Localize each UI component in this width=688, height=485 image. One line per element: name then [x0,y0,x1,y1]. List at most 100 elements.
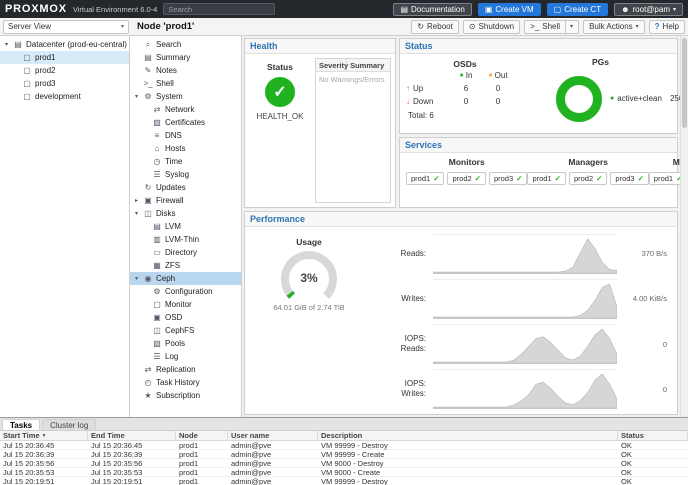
tree-item[interactable]: ▾ ▤ Datacenter (prod-eu-central) [0,38,129,51]
menu-item[interactable]: ≡ DNS [130,129,241,142]
menu-item[interactable]: ⚙ Configuration [130,285,241,298]
create-vm-button[interactable]: ▣ Create VM [477,2,541,16]
menu-item[interactable]: ▣ OSD [130,311,241,324]
task-user: admin@pve [231,467,272,477]
up-label: Up [413,84,424,93]
menu-item[interactable]: ✎ Notes [130,64,241,77]
shutdown-button[interactable]: ⊙ Shutdown [462,19,521,34]
replication-icon: ⇄ [144,365,152,374]
menu-item[interactable]: ◫ CephFS [130,324,241,337]
task-description: VM 99999 - Destroy [321,476,388,485]
search-icon: ⌕ [145,39,151,49]
menu-item-label: Directory [165,248,198,257]
column-header-description[interactable]: Description [318,431,618,440]
menu-item[interactable]: ▤ LVM [130,220,241,233]
help-icon: ? [654,22,660,31]
menu-item[interactable]: ▾ ◉ Ceph [130,272,241,285]
column-header-severity[interactable]: Severity [316,59,348,71]
tree-item-label: prod2 [35,66,56,75]
documentation-label: Documentation [411,4,465,14]
dns-icon: ≡ [154,131,160,140]
osd-table: ● In ● Out ↑ Up 6 0 ↓ Down 0 0 [406,69,524,108]
global-search-input[interactable] [163,3,276,15]
lvm-thin-icon: ▥ [153,235,161,244]
menu-item[interactable]: ★ Subscription [130,389,241,402]
menu-item[interactable]: ◷ Time [130,155,241,168]
column-header-status[interactable]: Status [618,431,688,440]
menu-item[interactable]: ▾ ⚙ System [130,90,241,103]
bulk-actions-button[interactable]: Bulk Actions ▾ [583,19,645,34]
task-row[interactable]: Jul 15 20:19:51 Jul 15 20:19:51 prod1 ad… [0,477,688,485]
tasks-table-body: Jul 15 20:36:45 Jul 15 20:36:45 prod1 ad… [0,441,688,485]
column-header-user-name[interactable]: User name [228,431,318,440]
log-tab[interactable]: Cluster log [42,419,97,430]
column-header-start-time[interactable]: Start Time ▼ [0,431,88,440]
menu-item-label: Pools [165,339,186,348]
menu-item[interactable]: ▥ LVM-Thin [130,233,241,246]
ceph-status-panel: Status OSDs ● In ● Out ↑ Up 6 0 ↓ Down 0… [399,38,680,134]
resource-tree: ▾ ▤ Datacenter (prod-eu-central) ▢ prod1… [0,36,130,417]
scrollbar-thumb[interactable] [682,38,687,128]
help-button[interactable]: ? Help [648,19,685,34]
monitors-group: Monitors prod1 ✓ prod2 ✓ prod3 ✓ [406,157,528,185]
menu-item[interactable]: ▧ Pools [130,337,241,350]
usage-percent: 3% [300,271,318,285]
service-host-badge: prod2 ✓ [568,172,608,185]
menu-item-label: Subscription [156,391,201,400]
tree-item[interactable]: ▢ prod2 [0,64,129,77]
check-icon: ✓ [516,174,523,183]
reboot-button[interactable]: ↻ Reboot [411,19,459,34]
task-user: admin@pve [231,449,272,459]
column-header-node[interactable]: Node [176,431,228,440]
task-description: VM 9000 - Destroy [321,458,384,468]
menu-item[interactable]: ◴ Task History [130,376,241,389]
subscription-icon: ★ [144,391,152,400]
task-history-icon: ◴ [144,378,152,387]
tree-item[interactable]: ▢ prod1 [0,51,129,64]
tree-item[interactable]: ▢ prod3 [0,77,129,90]
menu-item[interactable]: ↻ Updates [130,181,241,194]
view-selector[interactable]: Server View ▾ [3,19,129,34]
gear-icon: ⚙ [153,287,161,296]
column-header-end-time[interactable]: End Time [88,431,176,440]
in-label: In [465,71,473,80]
menu-item[interactable]: >_ Shell [130,77,241,90]
menu-item[interactable]: ▤ Summary [130,51,241,64]
menu-item[interactable]: ▧ Certificates [130,116,241,129]
shell-button[interactable]: >_ Shell ▾ [524,19,580,34]
menu-item[interactable]: ▦ ZFS [130,259,241,272]
log-tab[interactable]: Tasks [2,419,41,430]
menu-item-label: DNS [165,131,182,140]
menu-item[interactable]: ☰ Syslog [130,168,241,181]
firewall-icon: ▣ [144,196,152,205]
menu-item[interactable]: ▢ Monitor [130,298,241,311]
network-icon: ⇄ [153,105,161,114]
menu-item[interactable]: ▸ ▣ Firewall [130,194,241,207]
status-panel-title: Status [400,39,677,54]
iops-reads-sparkline [433,324,617,365]
menu-item[interactable]: ⌕ Search [130,38,241,51]
shell-dropdown[interactable]: ▾ [565,20,573,33]
menu-item[interactable]: ⇄ Network [130,103,241,116]
log-tab-label: Cluster log [50,420,89,430]
task-user: admin@pve [231,476,272,485]
performance-panel: Performance Usage 3% 64.01 GiB of 2.74 T… [244,211,678,415]
reads-value: 370 B/s [641,249,667,259]
task-status: OK [621,467,632,477]
menu-item[interactable]: ⌂ Hosts [130,142,241,155]
top-header: PROXMOX Virtual Environment 6.0-4 ▤ Docu… [0,0,688,18]
menu-item-label: Syslog [165,170,190,179]
tree-item-label: prod3 [35,79,56,88]
content-scrollbar[interactable] [680,36,688,417]
menu-item[interactable]: ▾ ◫ Disks [130,207,241,220]
pgs-legend-label: active+clean [617,94,662,103]
menu-item[interactable]: ☰ Log [130,350,241,363]
menu-item[interactable]: ▭ Directory [130,246,241,259]
column-header-summary[interactable]: Summary [347,59,390,71]
create-ct-button[interactable]: ▢ Create CT [546,2,609,16]
empty-table-message: No Warnings/Errors [319,75,385,84]
documentation-button[interactable]: ▤ Documentation [393,2,472,16]
menu-item[interactable]: ⇄ Replication [130,363,241,376]
user-menu-button[interactable]: ☻ root@pam ▾ [614,2,683,16]
tree-item[interactable]: ▢ development [0,90,129,103]
